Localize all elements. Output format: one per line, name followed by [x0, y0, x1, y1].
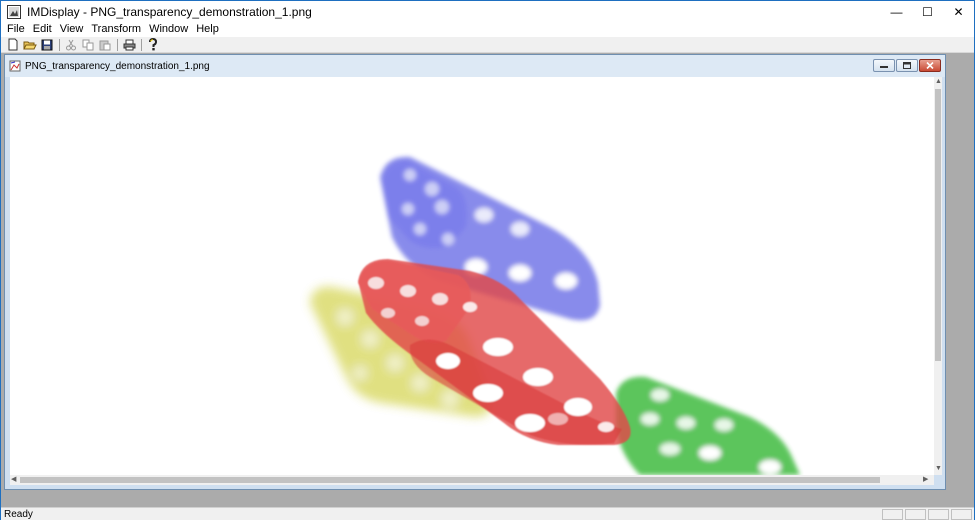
scroll-up-icon[interactable]: ▲: [935, 78, 942, 86]
close-icon: ✕: [953, 4, 964, 19]
menu-file[interactable]: File: [3, 22, 29, 37]
status-pane: [928, 509, 949, 520]
maximize-icon: ☐: [922, 4, 933, 19]
status-bar: Ready: [1, 507, 974, 520]
title-bar[interactable]: IMDisplay - PNG_transparency_demonstrati…: [1, 1, 974, 22]
toolbar-separator: [117, 38, 118, 51]
document-window: PNG_transparency_demonstration_1.png ▲ ▼…: [4, 54, 946, 490]
image-canvas[interactable]: [10, 77, 934, 475]
document-title: PNG_transparency_demonstration_1.png: [25, 60, 210, 72]
menu-help[interactable]: Help: [192, 22, 223, 37]
new-button[interactable]: [5, 38, 21, 52]
menu-view[interactable]: View: [56, 22, 88, 37]
open-button[interactable]: [22, 38, 38, 52]
copy-button[interactable]: [80, 38, 96, 52]
menu-bar: File Edit View Transform Window Help: [1, 22, 974, 37]
document-restore-button[interactable]: [896, 59, 918, 72]
document-title-bar[interactable]: PNG_transparency_demonstration_1.png: [5, 55, 945, 77]
toolbar-separator: [59, 38, 60, 51]
minimize-icon: —: [890, 4, 903, 19]
status-pane: [951, 509, 972, 520]
horizontal-scrollbar[interactable]: ◀ ▶: [10, 475, 934, 485]
save-icon: [41, 39, 53, 50]
dice-image: [310, 156, 800, 475]
toolbar: [1, 37, 974, 53]
scroll-left-icon[interactable]: ◀: [11, 476, 16, 484]
vertical-scrollbar[interactable]: ▲ ▼: [934, 77, 942, 475]
cut-icon: [66, 39, 76, 50]
scroll-right-icon[interactable]: ▶: [923, 476, 928, 484]
cut-button[interactable]: [63, 38, 79, 52]
horizontal-scroll-thumb[interactable]: [20, 477, 880, 483]
menu-transform[interactable]: Transform: [87, 22, 145, 37]
imdisplay-app-icon: [7, 4, 21, 19]
app-window: IMDisplay - PNG_transparency_demonstrati…: [0, 0, 975, 520]
document-minimize-button[interactable]: [873, 59, 895, 72]
window-title: IMDisplay - PNG_transparency_demonstrati…: [27, 4, 312, 19]
menu-edit[interactable]: Edit: [29, 22, 56, 37]
new-icon: [8, 38, 18, 51]
minimize-button[interactable]: —: [881, 1, 912, 22]
green-die: [616, 376, 800, 475]
close-button[interactable]: ✕: [943, 1, 974, 22]
open-folder-icon: [23, 41, 37, 49]
print-icon: [123, 39, 135, 50]
vertical-scroll-thumb[interactable]: [935, 89, 941, 361]
scroll-down-icon[interactable]: ▼: [935, 465, 942, 473]
restore-icon: [903, 62, 911, 69]
paste-icon: [99, 40, 111, 50]
status-pane: [905, 509, 926, 520]
help-icon: [149, 38, 158, 51]
help-button[interactable]: [145, 38, 161, 52]
status-pane: [882, 509, 903, 520]
save-button[interactable]: [39, 38, 55, 52]
print-button[interactable]: [121, 38, 137, 52]
maximize-button[interactable]: ☐: [912, 1, 943, 22]
document-close-button[interactable]: [919, 59, 941, 72]
copy-icon: [82, 39, 94, 50]
menu-window[interactable]: Window: [145, 22, 192, 37]
status-text: Ready: [4, 508, 33, 520]
toolbar-separator: [141, 38, 142, 51]
paste-button[interactable]: [97, 38, 113, 52]
image-file-icon: [9, 60, 21, 72]
close-icon: [926, 62, 934, 69]
minimize-icon: [880, 66, 888, 68]
